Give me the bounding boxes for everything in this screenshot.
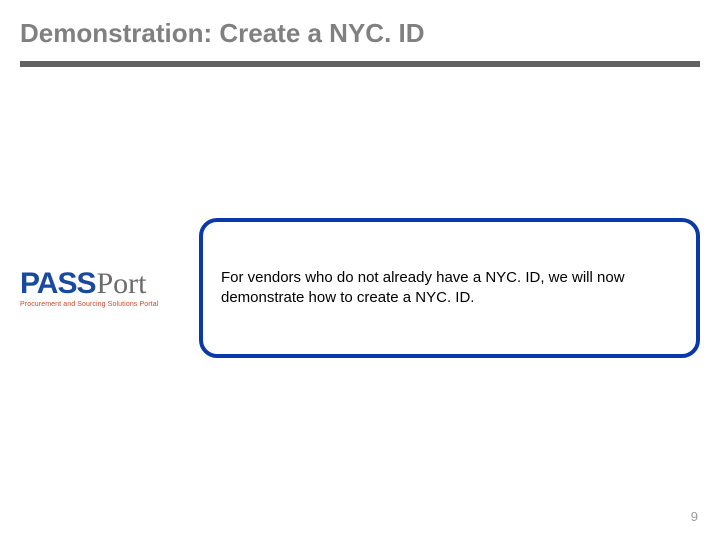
content-row: PASS Port Procurement and Sourcing Solut… [20,218,700,358]
title-underline [20,61,700,67]
logo-tagline: Procurement and Sourcing Solutions Porta… [20,301,185,308]
callout-text: For vendors who do not already have a NY… [221,268,678,309]
callout-box: For vendors who do not already have a NY… [199,218,700,358]
logo-pass-text: PASS [20,269,95,299]
slide-title: Demonstration: Create a NYC. ID [20,18,700,49]
passport-logo: PASS Port Procurement and Sourcing Solut… [20,269,185,308]
passport-logo-wordmark: PASS Port [20,269,185,299]
slide: Demonstration: Create a NYC. ID PASS Por… [0,0,720,540]
page-number: 9 [691,509,698,524]
logo-port-text: Port [96,269,146,299]
